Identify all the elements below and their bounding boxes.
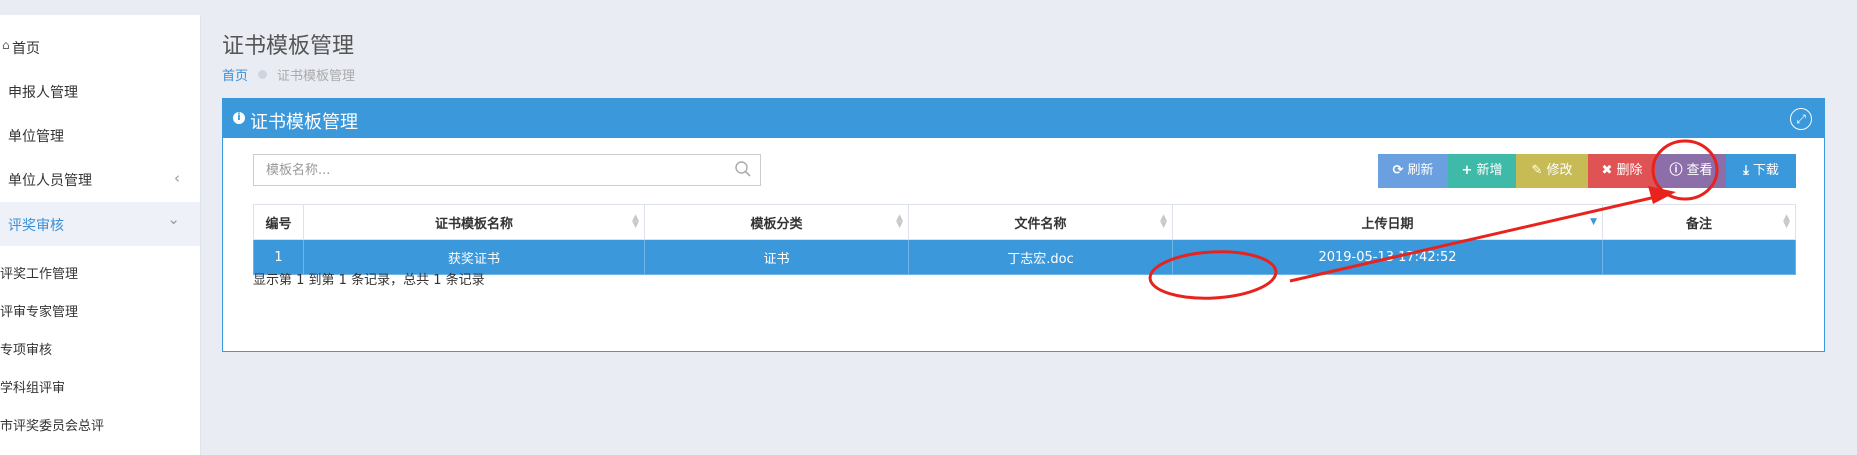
- refresh-button[interactable]: ⟳ 刷新: [1378, 154, 1448, 188]
- sidebar-subitem-label: 学科组评审: [0, 381, 66, 396]
- column-label: 文件名称: [1014, 216, 1067, 232]
- edit-label: 修改: [1546, 163, 1573, 178]
- delete-button[interactable]: ✖ 删除: [1588, 154, 1656, 188]
- column-label: 备注: [1685, 216, 1712, 232]
- cell-category: 证书: [644, 239, 909, 275]
- cell-note: [1602, 239, 1796, 275]
- sort-icon: ▲ ▼: [632, 213, 639, 230]
- sidebar-item-unit-staff[interactable]: 单位人员管理 ‹: [0, 157, 200, 201]
- column-label: 编号: [265, 216, 292, 232]
- column-label: 上传日期: [1361, 216, 1414, 232]
- view-button[interactable]: ⓘ 查看: [1656, 154, 1726, 188]
- sidebar-item-label: 首页: [12, 41, 40, 57]
- refresh-label: 刷新: [1407, 163, 1434, 178]
- column-header-note[interactable]: 备注 ▲ ▼: [1602, 204, 1796, 240]
- sidebar-subitem-label: 评审专家管理: [0, 305, 79, 320]
- download-button[interactable]: ⤓ 下载: [1726, 154, 1796, 188]
- add-button[interactable]: + 新增: [1448, 154, 1516, 188]
- table-header-row: 编号 证书模板名称 ▲ ▼ 模板分类 ▲ ▼ 文件名称 ▲ ▼ 上传日期 ▼ 备注 ▲ ▼: [253, 204, 1796, 240]
- sidebar-subitem-committee-review[interactable]: 市评奖委员会总评: [0, 415, 200, 445]
- info-icon: ⓘ: [1669, 163, 1683, 178]
- cell-upload-date: 2019-05-13 17:42:52: [1172, 239, 1603, 275]
- column-label: 模板分类: [750, 216, 803, 232]
- sidebar-item-label: 评奖审核: [8, 218, 64, 234]
- sort-icon: ▲ ▼: [896, 213, 903, 230]
- column-header-id[interactable]: 编号: [253, 204, 304, 240]
- expand-icon[interactable]: ⤢: [1790, 108, 1812, 130]
- sidebar-subitem-experts[interactable]: 评审专家管理: [0, 301, 200, 331]
- sidebar: ⌂ 首页 申报人管理 单位管理 单位人员管理 ‹ 评奖审核 ⌄ 评奖工作管理 评…: [0, 15, 201, 455]
- search-icon[interactable]: [734, 160, 752, 182]
- view-label: 查看: [1686, 163, 1713, 178]
- chevron-left-icon: ‹: [174, 169, 180, 187]
- cell-filename: 丁志宏.doc: [908, 239, 1173, 275]
- pagination-summary: 显示第 1 到第 1 条记录，总共 1 条记录: [253, 273, 485, 288]
- info-icon: i: [233, 112, 245, 124]
- delete-label: 删除: [1616, 163, 1643, 178]
- panel-title: 证书模板管理: [250, 112, 358, 133]
- column-header-category[interactable]: 模板分类 ▲ ▼: [644, 204, 909, 240]
- sort-icon: ▲ ▼: [1783, 213, 1790, 230]
- plus-icon: +: [1461, 163, 1473, 178]
- edit-icon: ✎: [1531, 163, 1543, 178]
- search-box: [253, 154, 761, 186]
- sidebar-item-applicants[interactable]: 申报人管理: [0, 69, 200, 113]
- page-title: 证书模板管理: [222, 34, 355, 59]
- table-row[interactable]: 1 获奖证书 证书 丁志宏.doc 2019-05-13 17:42:52: [253, 239, 1796, 275]
- download-label: 下载: [1752, 163, 1779, 178]
- sort-desc-icon: ▼: [1590, 217, 1597, 227]
- search-input[interactable]: [254, 155, 726, 185]
- sidebar-item-label: 单位管理: [8, 129, 64, 145]
- home-icon: ⌂: [2, 38, 10, 52]
- template-panel: i 证书模板管理 ⤢ ⟳刷新 +新增 ✎修改 ✖删除 ⓘ查看 ⤓下载: [222, 98, 1825, 352]
- add-label: 新增: [1476, 163, 1503, 178]
- column-header-upload-date[interactable]: 上传日期 ▼: [1172, 204, 1603, 240]
- sidebar-item-award-review[interactable]: 评奖审核 ⌄: [0, 202, 200, 246]
- sidebar-subitem-label: 市评奖委员会总评: [0, 419, 105, 434]
- sidebar-item-home[interactable]: ⌂ 首页: [0, 25, 200, 69]
- refresh-icon: ⟳: [1392, 163, 1404, 178]
- sidebar-subitem-label: 专项审核: [0, 343, 53, 358]
- sidebar-subitem-discipline-review[interactable]: 学科组评审: [0, 377, 200, 407]
- chevron-down-icon: ⌄: [167, 210, 180, 228]
- sidebar-item-label: 申报人管理: [8, 85, 78, 101]
- sidebar-item-label: 单位人员管理: [8, 173, 92, 189]
- sidebar-subitem-special-review[interactable]: 专项审核: [0, 339, 200, 369]
- breadcrumb: 首页 证书模板管理: [222, 65, 355, 84]
- sidebar-subitem-label: 评奖工作管理: [0, 267, 79, 282]
- template-table: 编号 证书模板名称 ▲ ▼ 模板分类 ▲ ▼ 文件名称 ▲ ▼ 上传日期 ▼ 备注 ▲ ▼ 1 获…: [253, 204, 1796, 275]
- column-header-name[interactable]: 证书模板名称 ▲ ▼: [303, 204, 645, 240]
- breadcrumb-current: 证书模板管理: [277, 69, 356, 84]
- breadcrumb-home-link[interactable]: 首页: [222, 69, 248, 84]
- sidebar-subitem-award-work[interactable]: 评奖工作管理: [0, 263, 200, 293]
- column-label: 证书模板名称: [434, 216, 513, 232]
- breadcrumb-separator: [258, 70, 268, 79]
- close-icon: ✖: [1601, 163, 1613, 178]
- edit-button[interactable]: ✎ 修改: [1516, 154, 1588, 188]
- download-icon: ⤓: [1743, 163, 1749, 178]
- column-header-filename[interactable]: 文件名称 ▲ ▼: [908, 204, 1173, 240]
- sort-icon: ▲ ▼: [1160, 213, 1167, 230]
- sidebar-item-units[interactable]: 单位管理: [0, 113, 200, 157]
- panel-header: i 证书模板管理 ⤢: [223, 99, 1824, 138]
